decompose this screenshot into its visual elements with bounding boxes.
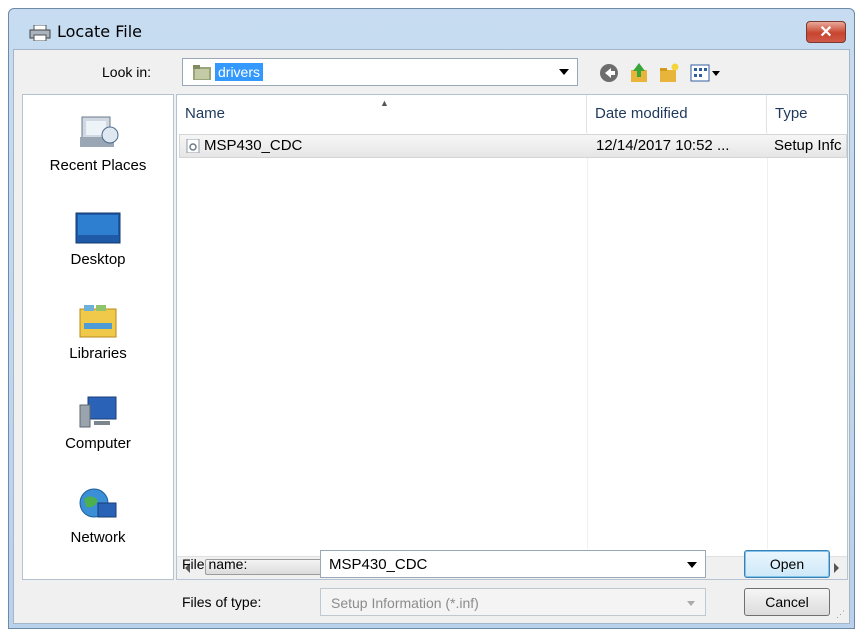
chevron-down-icon bbox=[559, 69, 569, 75]
place-label: Libraries bbox=[69, 345, 127, 362]
column-header-row: Name ▲ Date modified Type bbox=[177, 95, 847, 133]
file-name-label: File name: bbox=[182, 556, 248, 572]
desktop-icon bbox=[75, 212, 121, 244]
place-desktop[interactable]: Desktop bbox=[23, 211, 173, 268]
folder-icon bbox=[193, 65, 211, 80]
place-network[interactable]: Network bbox=[23, 487, 173, 546]
dialog-body: Look in: drivers Recent Places Desktop L… bbox=[13, 49, 850, 624]
file-row[interactable]: MSP430_CDC 12/14/2017 10:52 ... Setup In… bbox=[179, 134, 847, 158]
view-menu-icon[interactable] bbox=[690, 62, 722, 84]
open-button[interactable]: Open bbox=[744, 550, 830, 578]
chevron-down-icon bbox=[687, 601, 695, 606]
column-divider bbox=[767, 133, 768, 549]
up-folder-icon[interactable] bbox=[628, 62, 650, 84]
column-divider bbox=[587, 133, 588, 549]
file-name-combobox[interactable]: MSP430_CDC bbox=[320, 550, 706, 578]
chevron-down-icon[interactable] bbox=[687, 562, 697, 568]
place-computer[interactable]: Computer bbox=[23, 395, 173, 452]
locate-file-dialog: Locate File ✕ Look in: drivers Recent Pl… bbox=[8, 8, 855, 629]
place-label: Desktop bbox=[70, 251, 126, 268]
back-icon[interactable] bbox=[598, 62, 620, 84]
file-list: Name ▲ Date modified Type MSP430_CDC 12/… bbox=[176, 94, 848, 580]
close-button[interactable]: ✕ bbox=[806, 21, 846, 43]
look-in-label: Look in: bbox=[102, 64, 152, 80]
place-label: Recent Places bbox=[49, 157, 147, 174]
file-date-cell: 12/14/2017 10:52 ... bbox=[596, 137, 730, 154]
look-in-value: drivers bbox=[215, 63, 264, 81]
window-title: Locate File bbox=[57, 22, 142, 41]
printer-icon bbox=[29, 25, 51, 41]
title-bar: Locate File ✕ bbox=[9, 9, 854, 49]
libraries-icon bbox=[79, 305, 117, 338]
place-label: Network bbox=[70, 529, 126, 546]
computer-icon bbox=[79, 396, 117, 428]
recent-places-icon bbox=[80, 116, 119, 147]
file-type-cell: Setup Infc bbox=[774, 137, 842, 154]
file-type-value: Setup Information (*.inf) bbox=[331, 595, 479, 611]
places-bar: Recent Places Desktop Libraries Computer… bbox=[22, 94, 174, 580]
setup-file-icon bbox=[186, 139, 200, 153]
place-label: Computer bbox=[65, 435, 131, 452]
file-name-input[interactable]: MSP430_CDC bbox=[329, 556, 427, 573]
sort-ascending-icon: ▲ bbox=[380, 98, 389, 108]
file-type-select[interactable]: Setup Information (*.inf) bbox=[320, 588, 706, 616]
scroll-right-icon[interactable] bbox=[834, 563, 839, 573]
new-folder-icon[interactable] bbox=[658, 62, 680, 84]
cancel-button[interactable]: Cancel bbox=[744, 588, 830, 616]
file-type-label: Files of type: bbox=[182, 594, 262, 610]
network-icon bbox=[79, 488, 117, 518]
place-recent-places[interactable]: Recent Places bbox=[23, 115, 173, 174]
file-name-cell: MSP430_CDC bbox=[204, 137, 303, 154]
resize-grip-icon[interactable]: ⋰ bbox=[836, 610, 845, 619]
place-libraries[interactable]: Libraries bbox=[23, 303, 173, 362]
column-header-date-modified[interactable]: Date modified bbox=[587, 95, 767, 133]
column-header-type[interactable]: Type bbox=[767, 95, 847, 133]
look-in-dropdown[interactable]: drivers bbox=[182, 58, 578, 86]
